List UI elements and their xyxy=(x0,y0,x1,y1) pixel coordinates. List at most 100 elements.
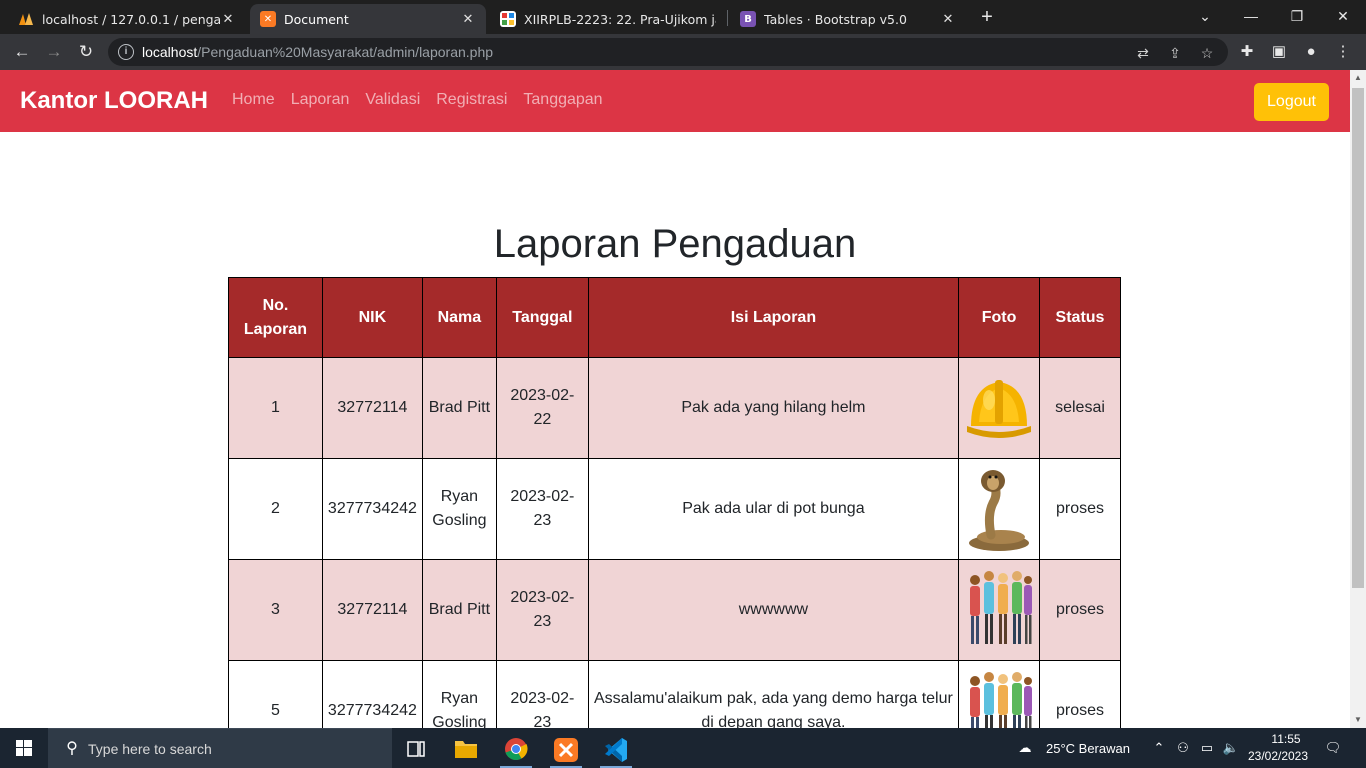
nav-links: Home Laporan Validasi Registrasi Tanggap… xyxy=(232,91,619,109)
url-text[interactable]: localhost/Pengaduan%20Masyarakat/admin/l… xyxy=(142,44,493,60)
reload-icon[interactable]: ↻ xyxy=(74,40,98,64)
cobra-photo xyxy=(965,465,1033,553)
scroll-down-arrow-icon[interactable]: ▼ xyxy=(1350,712,1366,728)
tab-title: Document xyxy=(284,11,349,27)
column-header-tanggal: Tanggal xyxy=(495,277,589,358)
cell-no: 5 xyxy=(228,660,323,728)
column-header-no: No. Laporan xyxy=(228,277,323,358)
tab-phpmyadmin[interactable]: localhost / 127.0.0.1 / pengaduan ✕ xyxy=(8,4,246,34)
scrollbar-thumb[interactable] xyxy=(1352,88,1364,588)
info-icon[interactable]: i xyxy=(118,44,134,60)
tab-moodle[interactable]: XIIRPLB-2223: 22. Pra-Ujikom jar xyxy=(490,4,726,34)
vscode-icon[interactable] xyxy=(596,732,636,768)
people-group-photo xyxy=(965,667,1033,728)
scroll-up-arrow-icon[interactable]: ▲ xyxy=(1350,70,1366,86)
close-icon[interactable]: ✕ xyxy=(940,12,956,27)
clock-date[interactable]: 23/02/2023 xyxy=(1246,749,1310,763)
minimize-button[interactable]: — xyxy=(1228,4,1274,28)
cell-tanggal: 2023-02-23 xyxy=(495,458,589,560)
tab-search-chevron-icon[interactable]: ⌄ xyxy=(1182,4,1228,28)
column-header-status: Status xyxy=(1039,277,1121,358)
xampp-icon: ✕ xyxy=(260,11,276,27)
table-row: 1 32772114 Brad Pitt 2023-02-22 Pak ada … xyxy=(228,357,1121,459)
tab-bootstrap[interactable]: B Tables · Bootstrap v5.0 ✕ xyxy=(730,4,966,34)
cell-status: selesai xyxy=(1039,357,1121,459)
share-icon[interactable]: ⇪ xyxy=(1166,44,1184,62)
tab-document[interactable]: ✕ Document ✕ xyxy=(250,4,486,34)
nav-link-validasi[interactable]: Validasi xyxy=(365,91,420,109)
new-tab-button[interactable]: + xyxy=(976,6,998,28)
weather-cloud-icon[interactable]: ☁ xyxy=(1012,738,1038,758)
table-row: 5 3277734242 Ryan Gosling 2023-02-23 Ass… xyxy=(228,660,1121,728)
windows-start-button[interactable] xyxy=(0,728,48,768)
table-header-row: No. Laporan NIK Nama Tanggal Isi Laporan… xyxy=(228,277,1121,358)
bookmark-star-icon[interactable]: ☆ xyxy=(1198,44,1216,62)
back-arrow-icon[interactable]: ← xyxy=(10,40,34,64)
volume-muted-icon[interactable]: 🔈 xyxy=(1222,738,1240,758)
network-icon[interactable]: ▭ xyxy=(1198,738,1216,758)
tab-title: localhost / 127.0.0.1 / pengaduan xyxy=(42,11,220,27)
nav-link-laporan[interactable]: Laporan xyxy=(291,91,350,109)
cell-status: proses xyxy=(1039,660,1121,728)
browser-tab-strip: localhost / 127.0.0.1 / pengaduan ✕ ✕ Do… xyxy=(0,0,1366,34)
search-icon: ⚲ xyxy=(66,740,78,757)
taskbar-search-box[interactable]: ⚲ Type here to search xyxy=(48,728,392,768)
nav-link-tanggapan[interactable]: Tanggapan xyxy=(523,91,602,109)
window-close-button[interactable]: ✕ xyxy=(1320,4,1366,28)
column-header-nik: NIK xyxy=(321,277,423,358)
cell-foto xyxy=(958,357,1041,459)
cell-isi: wwwwww xyxy=(587,559,960,661)
task-view-icon[interactable] xyxy=(396,732,436,768)
windows-logo-icon xyxy=(16,740,32,756)
people-icon[interactable]: ⚇ xyxy=(1174,738,1192,758)
xampp-taskbar-icon[interactable] xyxy=(546,732,586,768)
chrome-icon[interactable] xyxy=(496,732,536,768)
laporan-table: No. Laporan NIK Nama Tanggal Isi Laporan… xyxy=(228,277,1121,728)
nav-link-home[interactable]: Home xyxy=(232,91,275,109)
cell-status: proses xyxy=(1039,458,1121,560)
cell-nama: Ryan Gosling xyxy=(421,458,497,560)
search-placeholder: Type here to search xyxy=(88,741,212,757)
close-icon[interactable]: ✕ xyxy=(460,12,476,27)
maximize-button[interactable]: ❐ xyxy=(1274,4,1320,28)
moodle-icon xyxy=(500,11,516,27)
column-header-isi: Isi Laporan xyxy=(587,277,960,358)
side-panel-icon[interactable]: ▣ xyxy=(1269,42,1289,62)
column-header-nama: Nama xyxy=(421,277,497,358)
weather-text[interactable]: 25°C Berawan xyxy=(1046,741,1130,756)
page-viewport: Kantor LOORAH Home Laporan Validasi Regi… xyxy=(0,70,1350,728)
tab-title: XIIRPLB-2223: 22. Pra-Ujikom jar xyxy=(524,11,716,27)
forward-arrow-icon[interactable]: → xyxy=(42,40,66,64)
cell-isi: Pak ada yang hilang helm xyxy=(587,357,960,459)
page-scrollbar[interactable]: ▲ ▼ xyxy=(1350,70,1366,728)
tab-title: Tables · Bootstrap v5.0 xyxy=(764,11,907,27)
menu-kebab-icon[interactable]: ⋮ xyxy=(1333,42,1353,62)
notification-icon[interactable]: 🗨 xyxy=(1322,738,1344,758)
cell-foto xyxy=(958,458,1041,560)
profile-avatar-icon[interactable]: ● xyxy=(1301,42,1321,62)
cell-no: 2 xyxy=(228,458,323,560)
cell-no: 3 xyxy=(228,559,323,661)
cell-tanggal: 2023-02-22 xyxy=(495,357,589,459)
chevron-up-icon[interactable]: ⌃ xyxy=(1150,738,1168,758)
page-title: Laporan Pengaduan xyxy=(493,222,857,266)
navbar-brand[interactable]: Kantor LOORAH xyxy=(20,87,208,115)
site-navbar: Kantor LOORAH Home Laporan Validasi Regi… xyxy=(0,70,1350,132)
windows-taskbar: ⚲ Type here to search ☁ 25°C Berawan ⌃ ⚇… xyxy=(0,728,1366,768)
column-header-foto: Foto xyxy=(958,277,1041,358)
cell-no: 1 xyxy=(228,357,323,459)
cell-nama: Brad Pitt xyxy=(421,559,497,661)
cell-foto xyxy=(958,660,1041,728)
nav-link-registrasi[interactable]: Registrasi xyxy=(436,91,507,109)
logout-button[interactable]: Logout xyxy=(1254,83,1329,121)
file-explorer-icon[interactable] xyxy=(446,732,486,768)
clock-time[interactable]: 11:55 xyxy=(1262,732,1310,746)
cell-nik: 3277734242 xyxy=(321,660,423,728)
cell-nama: Ryan Gosling xyxy=(421,660,497,728)
close-icon[interactable]: ✕ xyxy=(220,12,236,27)
extensions-puzzle-icon[interactable]: ✚ xyxy=(1237,42,1257,62)
address-bar[interactable]: i localhost/Pengaduan%20Masyarakat/admin… xyxy=(108,38,1228,66)
cell-tanggal: 2023-02-23 xyxy=(495,559,589,661)
people-group-photo xyxy=(965,566,1033,654)
translate-icon[interactable]: ⇄ xyxy=(1134,44,1152,62)
